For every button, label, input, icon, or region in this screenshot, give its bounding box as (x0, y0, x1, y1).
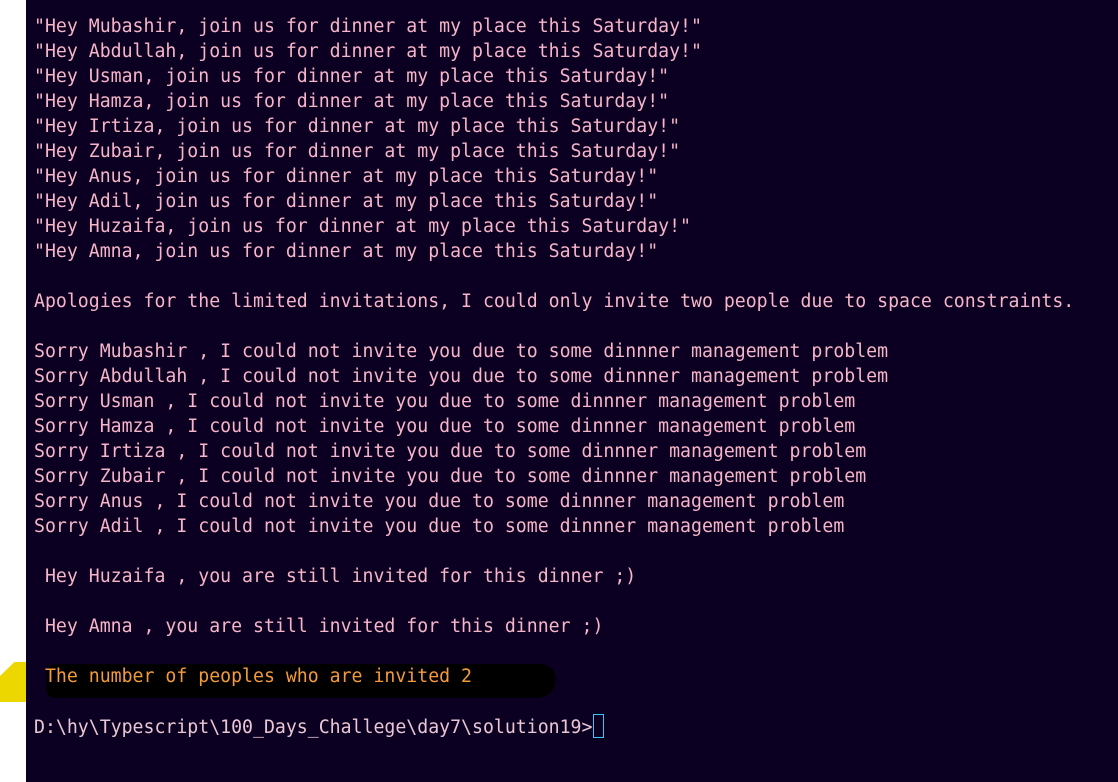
sorry-line: Sorry Abdullah , I could not invite you … (34, 366, 889, 387)
sorry-line: Sorry Usman , I could not invite you due… (34, 391, 856, 412)
still-invited-line: Hey Huzaifa , you are still invited for … (34, 566, 637, 587)
invitation-line: "Hey Anus, join us for dinner at my plac… (34, 166, 659, 187)
invitation-line: "Hey Irtiza, join us for dinner at my pl… (34, 116, 681, 137)
invitation-line: "Hey Hamza, join us for dinner at my pla… (34, 91, 670, 112)
terminal-window[interactable]: "Hey Mubashir, join us for dinner at my … (26, 0, 1118, 782)
invitation-line: "Hey Abdullah, join us for dinner at my … (34, 41, 702, 62)
still-invited-line: Hey Amna , you are still invited for thi… (34, 616, 604, 637)
sorry-line: Sorry Mubashir , I could not invite you … (34, 341, 889, 362)
command-prompt-line[interactable]: D:\hy\Typescript\100_Days_Challege\day7\… (34, 714, 605, 739)
sorry-line: Sorry Anus , I could not invite you due … (34, 491, 845, 512)
invited-count-line: The number of peoples who are invited 2 (34, 666, 472, 687)
sorry-line: Sorry Zubair , I could not invite you du… (34, 466, 867, 487)
text-cursor (593, 714, 605, 738)
apology-line: Apologies for the limited invitations, I… (34, 291, 1075, 312)
invitation-line: "Hey Huzaifa, join us for dinner at my p… (34, 216, 691, 237)
sorry-line: Sorry Hamza , I could not invite you due… (34, 416, 856, 437)
invitation-line: "Hey Mubashir, join us for dinner at my … (34, 16, 702, 37)
invitation-line: "Hey Amna, join us for dinner at my plac… (34, 241, 659, 262)
invitation-line: "Hey Zubair, join us for dinner at my pl… (34, 141, 681, 162)
prompt-path: D:\hy\Typescript\100_Days_Challege\day7\… (34, 717, 593, 738)
sorry-line: Sorry Irtiza , I could not invite you du… (34, 441, 867, 462)
invitation-line: "Hey Usman, join us for dinner at my pla… (34, 66, 670, 87)
invitation-line: "Hey Adil, join us for dinner at my plac… (34, 191, 659, 212)
sorry-line: Sorry Adil , I could not invite you due … (34, 516, 845, 537)
